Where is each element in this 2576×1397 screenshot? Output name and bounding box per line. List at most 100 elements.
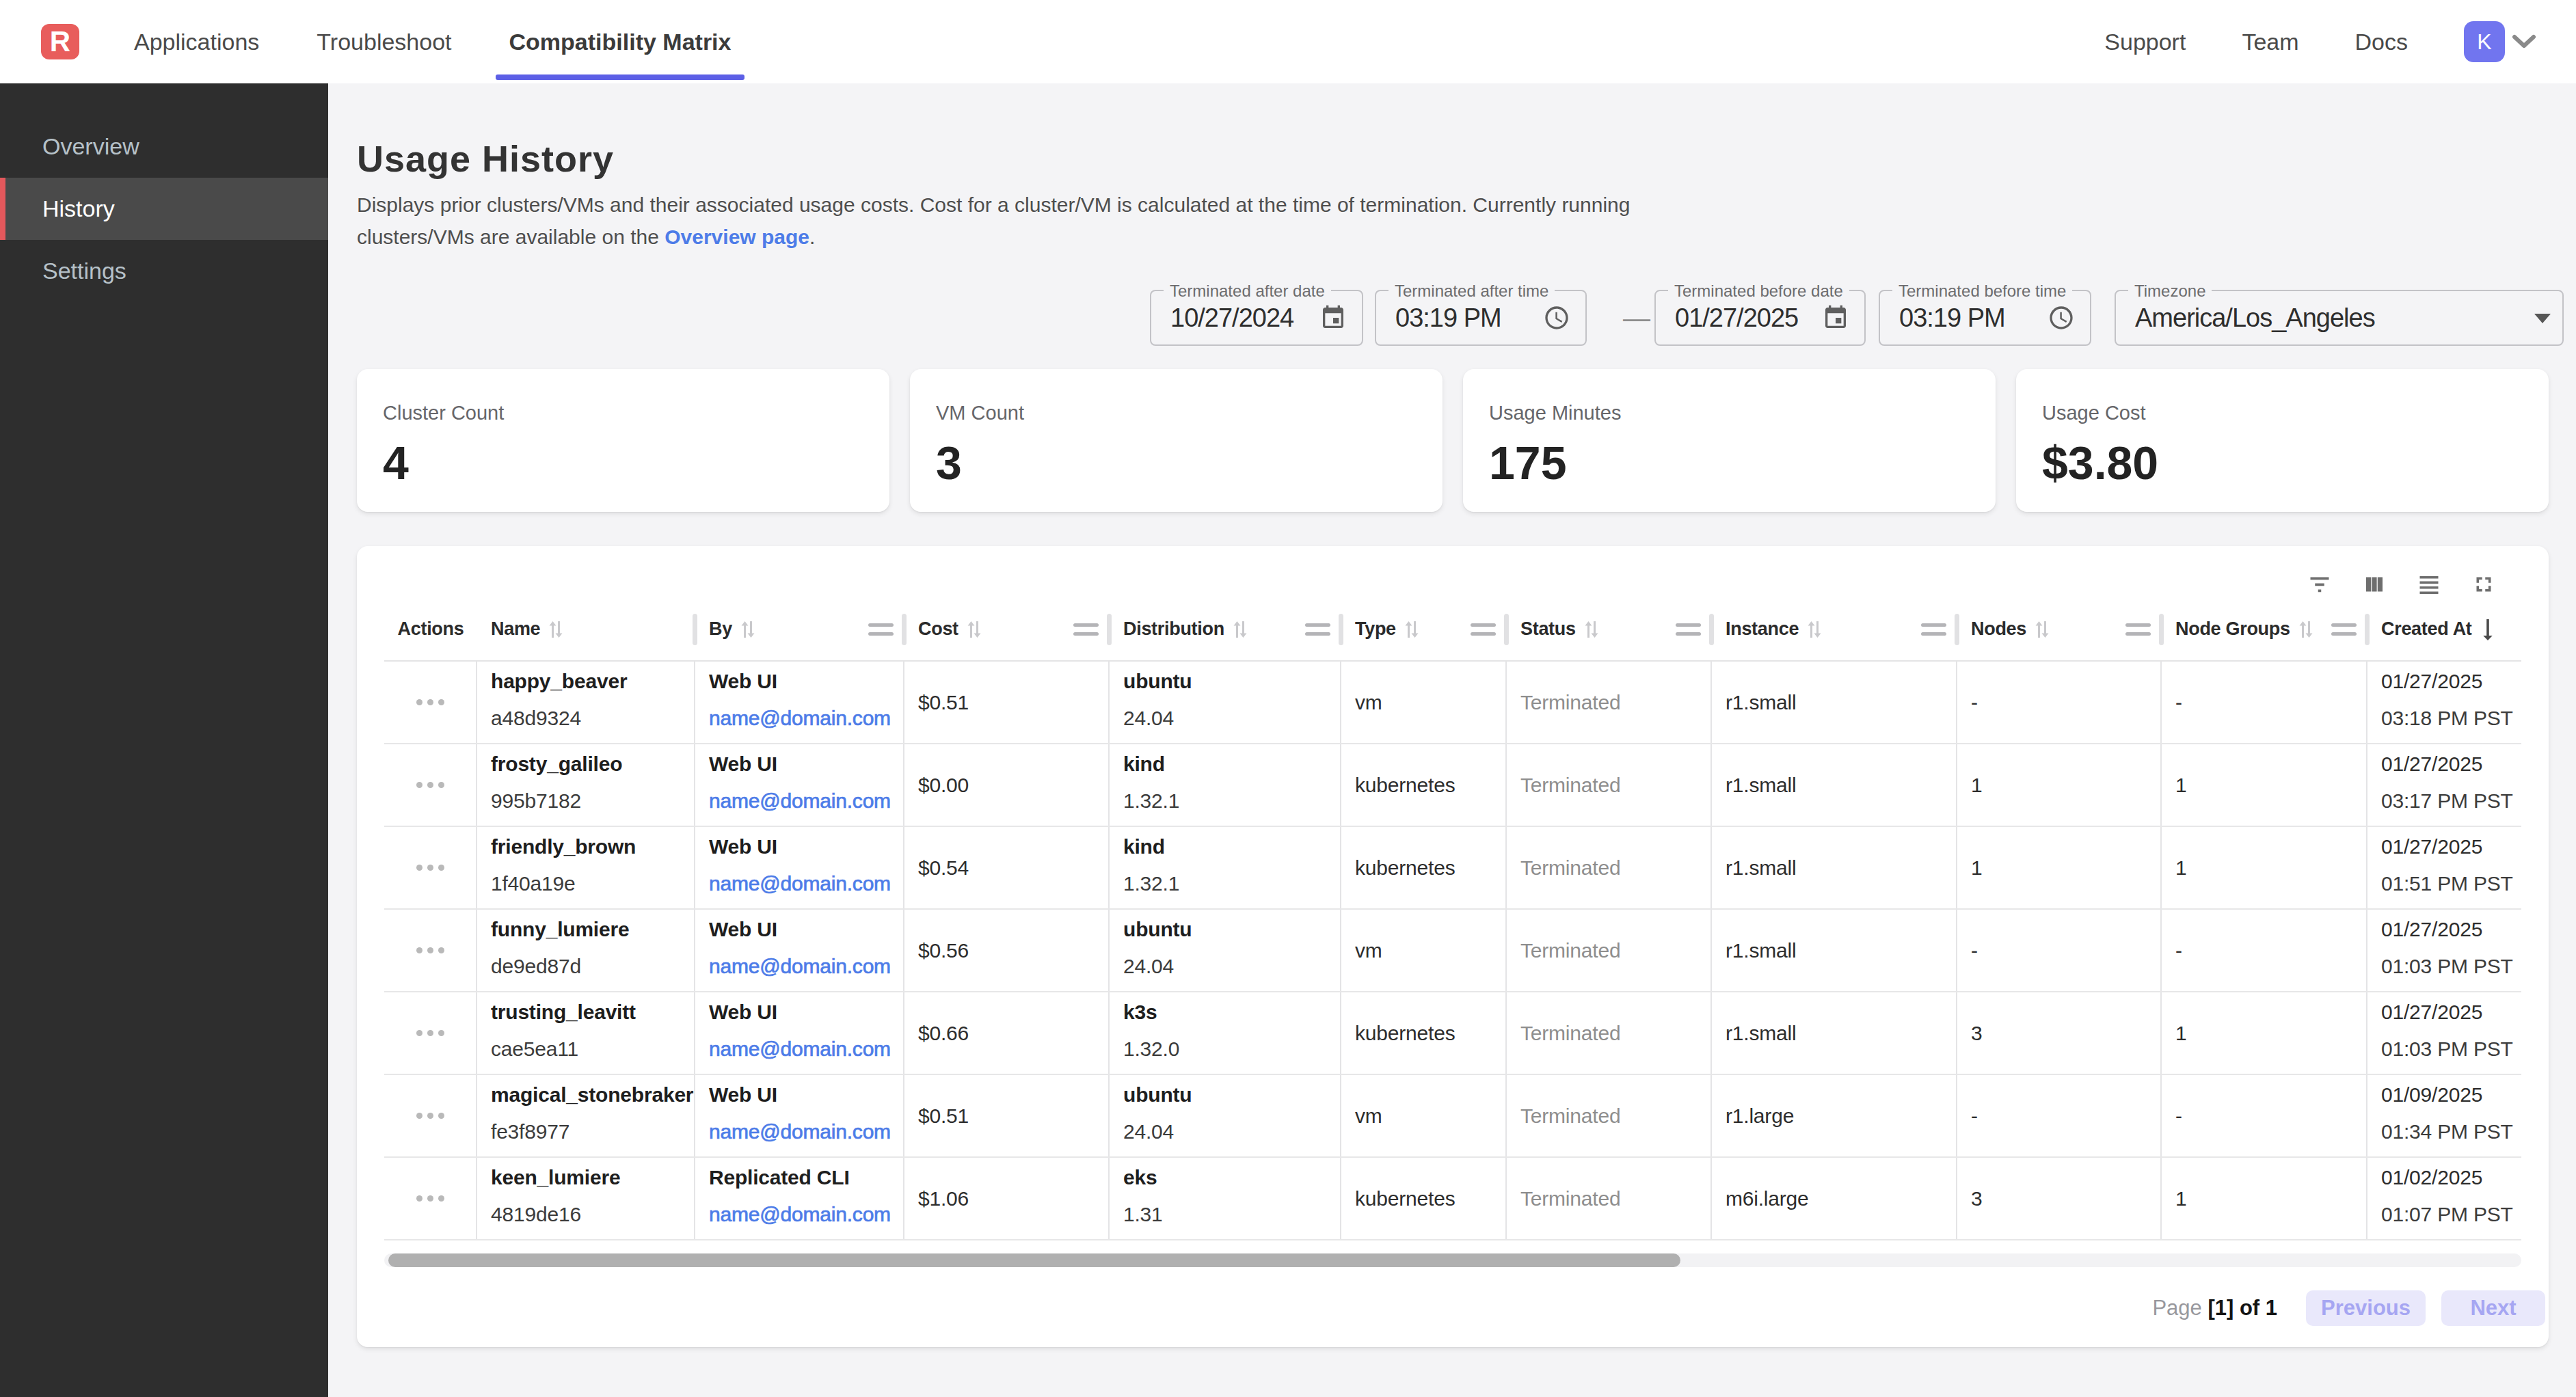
column-resize-handle[interactable] [1471, 623, 1496, 636]
table-row[interactable]: happy_beavera48d9324 Web UIname@domain.c… [384, 662, 2521, 744]
row-menu-icon[interactable] [416, 1113, 444, 1119]
sort-icon[interactable] [967, 618, 982, 641]
column-resize-handle[interactable] [1676, 623, 1701, 636]
column-separator[interactable] [1955, 614, 1959, 645]
cell-distribution: eks1.31 [1110, 1158, 1341, 1239]
row-menu-icon[interactable] [416, 865, 444, 871]
column-header-nodes[interactable]: Nodes [1957, 598, 2162, 660]
column-header-name[interactable]: Name [477, 598, 695, 660]
column-separator[interactable] [902, 614, 907, 645]
overview-page-link[interactable]: Overview page [665, 226, 809, 248]
cluster-name: magical_stonebraker [491, 1081, 694, 1109]
column-header-by[interactable]: By [695, 598, 904, 660]
table-row[interactable]: friendly_brown1f40a19e Web UIname@domain… [384, 827, 2521, 910]
column-resize-handle[interactable] [2125, 623, 2151, 636]
filter-timezone[interactable]: Timezone America/Los_Angeles [2115, 290, 2564, 346]
column-separator[interactable] [693, 614, 697, 645]
user-menu[interactable]: K [2464, 21, 2536, 62]
column-resize-handle[interactable] [1921, 623, 1946, 636]
column-header-type[interactable]: Type [1341, 598, 1507, 660]
calendar-icon-button[interactable] [1319, 304, 1347, 331]
nav-tab-troubleshoot[interactable]: Troubleshoot [303, 0, 465, 83]
row-menu-icon[interactable] [416, 699, 444, 705]
filter-terminated-before-time[interactable]: Terminated before time 03:19 PM [1879, 290, 2091, 346]
column-header-created-at[interactable]: Created At [2367, 598, 2521, 660]
column-header-instance[interactable]: Instance [1712, 598, 1957, 660]
sort-icon[interactable] [740, 618, 755, 641]
cell-nodes: 1 [1957, 827, 2162, 908]
column-separator[interactable] [2365, 614, 2370, 645]
column-header-cost[interactable]: Cost [904, 598, 1110, 660]
scrollbar-thumb[interactable] [388, 1253, 1680, 1267]
table-row[interactable]: frosty_galileo995b7182 Web UIname@domain… [384, 744, 2521, 827]
sort-icon[interactable] [2298, 618, 2313, 641]
created-by-email[interactable]: name@domain.com [709, 1035, 903, 1063]
created-by-email[interactable]: name@domain.com [709, 704, 903, 733]
fullscreen-icon[interactable] [2471, 572, 2496, 597]
avatar[interactable]: K [2464, 21, 2505, 62]
column-separator[interactable] [1339, 614, 1343, 645]
column-separator[interactable] [2159, 614, 2164, 645]
calendar-icon-button[interactable] [1822, 304, 1849, 331]
filter-value[interactable]: 10/27/2024 [1170, 303, 1293, 333]
row-menu-icon[interactable] [416, 1195, 444, 1202]
columns-icon[interactable] [2362, 572, 2387, 597]
filter-value[interactable]: America/Los_Angeles [2135, 303, 2375, 333]
table-row[interactable]: magical_stonebrakerfe3f8977 Web UIname@d… [384, 1075, 2521, 1158]
sidebar-item-settings[interactable]: Settings [0, 240, 328, 302]
sidebar-item-history[interactable]: History [0, 178, 328, 240]
table-row[interactable]: keen_lumiere4819de16 Replicated CLIname@… [384, 1158, 2521, 1240]
created-by-email[interactable]: name@domain.com [709, 952, 903, 981]
filter-value[interactable]: 03:19 PM [1899, 303, 2005, 333]
clock-icon-button[interactable] [2048, 304, 2075, 331]
table-row[interactable]: trusting_leavittcae5ea11 Web UIname@doma… [384, 992, 2521, 1075]
clock-icon-button[interactable] [1543, 304, 1570, 331]
nav-link-docs[interactable]: Docs [2355, 29, 2408, 55]
sort-icon[interactable] [1584, 618, 1599, 641]
sort-icon[interactable] [1807, 618, 1822, 641]
sidebar-item-overview[interactable]: Overview [0, 116, 328, 178]
sort-desc-icon[interactable] [2480, 617, 2495, 642]
sort-icon[interactable] [1233, 618, 1248, 641]
horizontal-scrollbar[interactable] [384, 1253, 2521, 1267]
row-menu-icon[interactable] [416, 947, 444, 953]
column-separator[interactable] [1709, 614, 1714, 645]
created-by-email[interactable]: name@domain.com [709, 787, 903, 815]
created-date: 01/27/2025 [2381, 750, 2521, 778]
row-menu-icon[interactable] [416, 1030, 444, 1036]
replicated-logo[interactable]: R [41, 24, 79, 59]
filter-terminated-after-time[interactable]: Terminated after time 03:19 PM [1375, 290, 1587, 346]
density-icon[interactable] [2417, 572, 2441, 597]
column-header-actions[interactable]: Actions [384, 598, 477, 660]
column-resize-handle[interactable] [1305, 623, 1330, 636]
next-page-button[interactable]: Next [2441, 1290, 2545, 1326]
created-by-email[interactable]: name@domain.com [709, 1200, 903, 1229]
row-menu-icon[interactable] [416, 782, 444, 788]
column-separator[interactable] [1107, 614, 1112, 645]
sort-icon[interactable] [2035, 618, 2050, 641]
column-header-distribution[interactable]: Distribution [1110, 598, 1341, 660]
column-resize-handle[interactable] [2331, 623, 2357, 636]
sort-icon[interactable] [548, 618, 563, 641]
column-separator[interactable] [1504, 614, 1509, 645]
filter-value[interactable]: 03:19 PM [1395, 303, 1501, 333]
sort-icon[interactable] [1404, 618, 1419, 641]
cell-actions [384, 992, 477, 1074]
filter-value[interactable]: 01/27/2025 [1675, 303, 1798, 333]
filter-terminated-after-date[interactable]: Terminated after date 10/27/2024 [1150, 290, 1363, 346]
column-header-node-groups[interactable]: Node Groups [2162, 598, 2367, 660]
nav-tab-compatibility-matrix[interactable]: Compatibility Matrix [496, 0, 745, 83]
filter-icon[interactable] [2307, 572, 2332, 597]
filter-terminated-before-date[interactable]: Terminated before date 01/27/2025 [1654, 290, 1866, 346]
nav-tab-applications[interactable]: Applications [120, 0, 273, 83]
cell-actions [384, 744, 477, 826]
created-by-email[interactable]: name@domain.com [709, 869, 903, 898]
nav-link-team[interactable]: Team [2242, 29, 2298, 55]
previous-page-button[interactable]: Previous [2306, 1290, 2426, 1326]
column-header-status[interactable]: Status [1507, 598, 1712, 660]
table-row[interactable]: funny_lumierede9ed87d Web UIname@domain.… [384, 910, 2521, 992]
created-by-email[interactable]: name@domain.com [709, 1117, 903, 1146]
nav-link-support[interactable]: Support [2104, 29, 2186, 55]
column-resize-handle[interactable] [1073, 623, 1099, 636]
column-resize-handle[interactable] [868, 623, 894, 636]
